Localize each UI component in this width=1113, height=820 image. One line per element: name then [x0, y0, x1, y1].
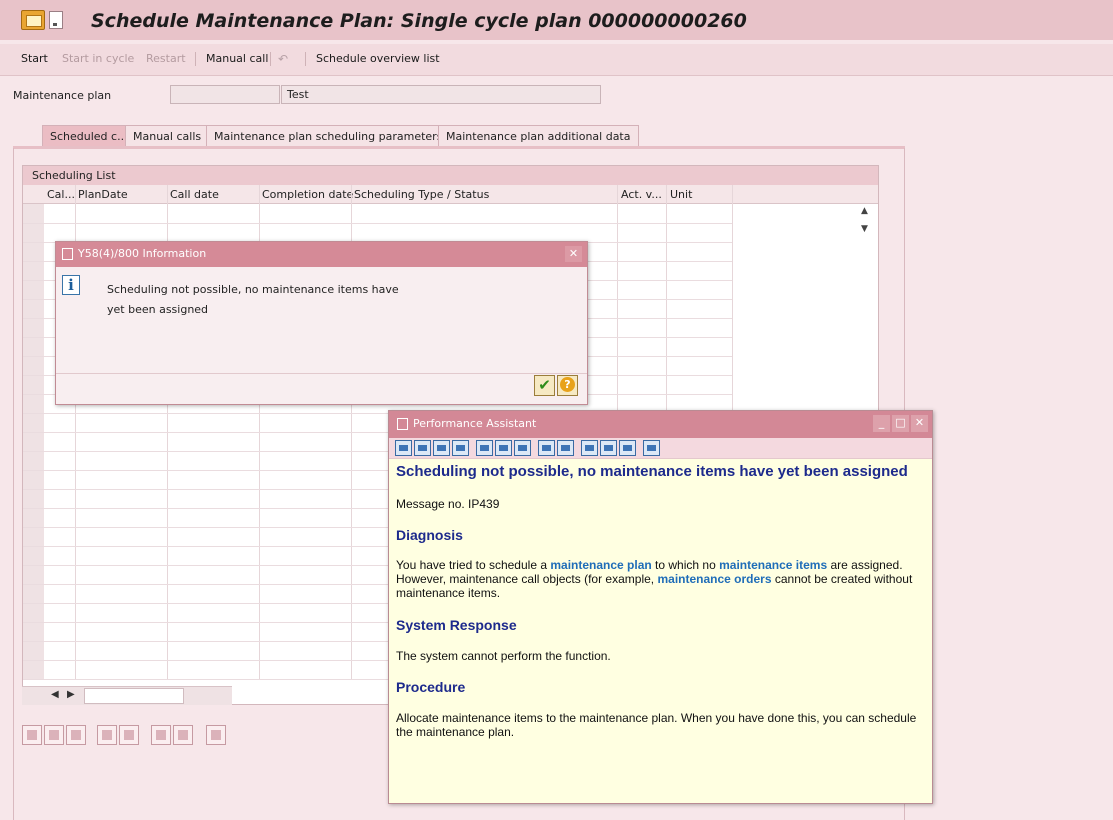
scrollbar-thumb[interactable] — [84, 688, 184, 704]
application-toolbar: Start Start in cycle Restart Manual call… — [0, 44, 1113, 76]
maintenance-plan-number-field[interactable] — [170, 85, 280, 104]
edit-icon[interactable] — [476, 440, 493, 456]
print-icon[interactable] — [600, 440, 617, 456]
toolbar-separator — [195, 52, 196, 66]
column-header-unit[interactable]: Unit — [670, 188, 692, 201]
performance-assistant-window: Performance Assistant _ □ ✕ Scheduling n… — [388, 410, 933, 804]
table-header-row: Cal... PlanDate Call date Completion dat… — [23, 185, 878, 222]
tab-additional-data[interactable]: Maintenance plan additional data — [438, 125, 639, 147]
column-header-scheduling-type[interactable]: Scheduling Type / Status — [354, 188, 489, 201]
scroll-left-icon[interactable]: ◀ — [51, 689, 59, 700]
minimize-icon[interactable]: _ — [873, 415, 890, 432]
diagnosis-heading: Diagnosis — [396, 527, 463, 543]
sap-menu-icon[interactable] — [21, 10, 45, 30]
text: You have tried to schedule a — [396, 558, 551, 572]
undo-icon[interactable]: ↶ — [278, 53, 292, 65]
restart-button[interactable]: Restart — [146, 52, 186, 65]
start-in-cycle-button[interactable]: Start in cycle — [62, 52, 134, 65]
window-title: Schedule Maintenance Plan: Single cycle … — [91, 10, 747, 32]
window-icon — [62, 248, 73, 260]
screen-icon[interactable] — [206, 725, 226, 745]
scroll-up-icon[interactable]: ▲ — [861, 206, 868, 216]
close-icon[interactable]: ✕ — [911, 415, 928, 432]
maintenance-plan-label: Maintenance plan — [13, 89, 112, 102]
document-icon[interactable] — [557, 440, 574, 456]
tab-manual-calls[interactable]: Manual calls — [125, 125, 210, 147]
dialog-message-line: yet been assigned — [107, 303, 209, 316]
assistant-toolbar — [389, 438, 932, 459]
help-button[interactable] — [557, 375, 578, 396]
message-number: Message no. IP439 — [396, 497, 500, 511]
system-response-heading: System Response — [396, 617, 517, 633]
flag-icon[interactable] — [22, 725, 42, 745]
close-icon[interactable] — [643, 440, 660, 456]
calendar-icon[interactable] — [119, 725, 139, 745]
tool-icon[interactable] — [495, 440, 512, 456]
details-icon[interactable] — [66, 725, 86, 745]
edit-icon[interactable] — [44, 725, 64, 745]
dialog-message: Scheduling not possible, no maintenance … — [107, 280, 417, 320]
find-icon[interactable] — [619, 440, 636, 456]
dialog-title: Y58(4)/800 Information — [56, 242, 587, 267]
title-bar: Schedule Maintenance Plan: Single cycle … — [0, 0, 1113, 40]
column-header-act-value[interactable]: Act. v... — [621, 188, 662, 201]
book-icon[interactable] — [538, 440, 555, 456]
scroll-down-icon[interactable]: ▼ — [861, 224, 868, 234]
information-dialog: Y58(4)/800 Information ✕ i Scheduling no… — [55, 241, 588, 405]
column-header-plandate[interactable]: PlanDate — [78, 188, 128, 201]
procedure-heading: Procedure — [396, 679, 466, 695]
tab-scheduled-calls[interactable]: Scheduled c... — [42, 125, 136, 147]
row-selector-column[interactable] — [23, 204, 44, 680]
confirm-button[interactable]: ✔ — [534, 375, 555, 396]
text: to which no — [651, 558, 720, 572]
link-icon[interactable] — [514, 440, 531, 456]
maintenance-orders-link[interactable]: maintenance orders — [657, 572, 771, 586]
glasses-icon[interactable] — [173, 725, 193, 745]
screen-icon[interactable] — [581, 440, 598, 456]
maintenance-plan-text-field[interactable]: Test — [281, 85, 601, 104]
system-response-text: The system cannot perform the function. — [396, 649, 611, 663]
column-header-call[interactable]: Cal... — [47, 188, 75, 201]
table-row[interactable] — [23, 223, 732, 224]
back-icon[interactable] — [395, 440, 412, 456]
window-icon — [397, 418, 408, 430]
maintenance-items-link[interactable]: maintenance items — [719, 558, 827, 572]
calculator-icon[interactable] — [151, 725, 171, 745]
diagnosis-text: You have tried to schedule a maintenance… — [396, 558, 921, 600]
toolbar-separator — [270, 52, 271, 66]
dialog-message-line: Scheduling not possible, no maintenance … — [107, 283, 399, 296]
tree-icon[interactable] — [452, 440, 469, 456]
maximize-icon[interactable]: □ — [892, 415, 909, 432]
procedure-text: Allocate maintenance items to the mainte… — [396, 711, 917, 739]
maintenance-plan-link[interactable]: maintenance plan — [550, 558, 651, 572]
column-header-call-date[interactable]: Call date — [170, 188, 219, 201]
info-icon: i — [62, 275, 80, 295]
window-menu-icon[interactable] — [49, 11, 63, 29]
schedule-overview-list-button[interactable]: Schedule overview list — [316, 52, 440, 65]
column-header-completion-date[interactable]: Completion date — [262, 188, 353, 201]
assistant-title: Performance Assistant — [389, 411, 932, 438]
close-icon[interactable]: ✕ — [565, 246, 582, 262]
tab-scheduling-parameters[interactable]: Maintenance plan scheduling parameters — [206, 125, 451, 147]
refresh-icon[interactable] — [97, 725, 117, 745]
forward-icon[interactable] — [414, 440, 431, 456]
message-heading: Scheduling not possible, no maintenance … — [396, 463, 908, 480]
home-icon[interactable] — [433, 440, 450, 456]
scroll-right-icon[interactable]: ▶ — [67, 689, 75, 700]
horizontal-scrollbar[interactable]: ◀ ▶ — [22, 686, 232, 705]
start-button[interactable]: Start — [21, 52, 48, 65]
toolbar-separator — [305, 52, 306, 66]
scheduling-list-title: Scheduling List — [23, 166, 878, 185]
dialog-footer-divider — [56, 373, 587, 374]
manual-call-button[interactable]: Manual call — [206, 52, 268, 65]
